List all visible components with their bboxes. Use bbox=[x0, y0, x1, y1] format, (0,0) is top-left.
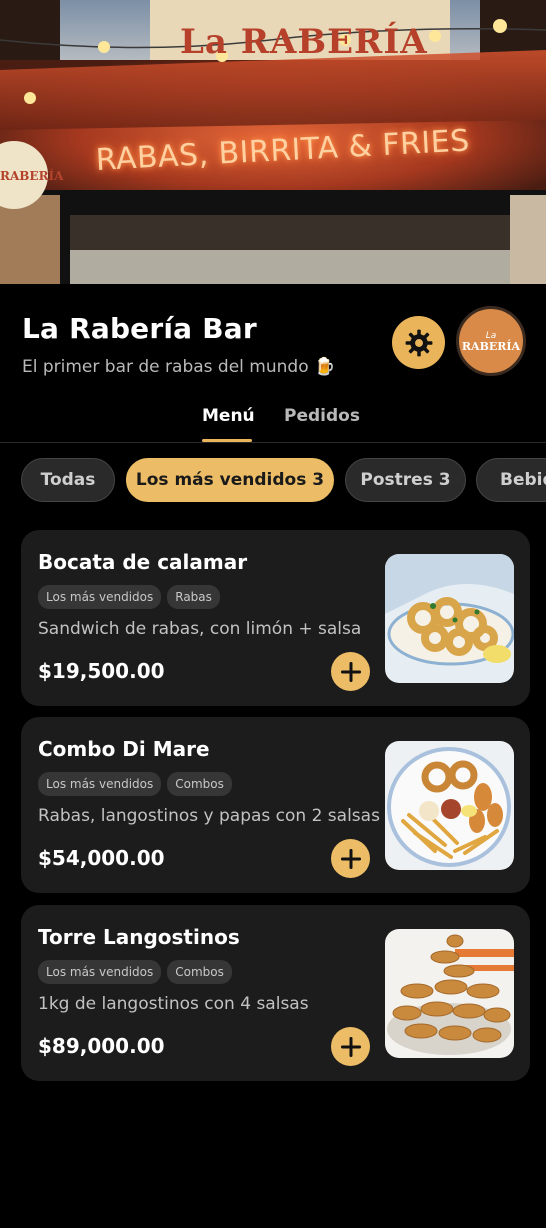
logo-top-text: La bbox=[485, 330, 497, 341]
add-to-cart-button[interactable] bbox=[331, 652, 370, 691]
item-price: $54,000.00 bbox=[38, 846, 165, 870]
item-description: Sandwich de rabas, con limón + salsa bbox=[38, 619, 362, 639]
item-tag: Rabas bbox=[167, 585, 220, 609]
item-tag: Los más vendidos bbox=[38, 585, 162, 609]
category-filter-bar: Todas Los más vendidos 3 Postres 3 Bebid bbox=[0, 458, 546, 504]
add-to-cart-button[interactable] bbox=[331, 1027, 370, 1066]
page-subtitle: El primer bar de rabas del mundo 🍺 bbox=[22, 357, 335, 377]
item-photo bbox=[385, 929, 514, 1058]
menu-item-card[interactable]: Combo Di Mare Los más vendidos Combos Ra… bbox=[21, 717, 530, 893]
hero-banner-image: RABERÍA La RABERÍA RABAS, BIRRITA & FRIE… bbox=[0, 0, 546, 284]
item-tags: Los más vendidos Combos bbox=[38, 772, 232, 796]
item-photo bbox=[385, 554, 514, 683]
item-tags: Los más vendidos Rabas bbox=[38, 585, 220, 609]
item-description: Rabas, langostinos y papas con 2 salsas bbox=[38, 806, 380, 826]
hero-roof-logo: La RABERÍA bbox=[180, 22, 428, 62]
restaurant-logo[interactable]: La RABERÍA bbox=[456, 306, 526, 376]
chip-los-mas-vendidos[interactable]: Los más vendidos 3 bbox=[126, 458, 334, 502]
menu-item-card[interactable]: Torre Langostinos Los más vendidos Combo… bbox=[21, 905, 530, 1081]
item-price: $89,000.00 bbox=[38, 1034, 165, 1058]
tab-pedidos[interactable]: Pedidos bbox=[284, 406, 360, 426]
logo-main-text: RABERÍA bbox=[461, 339, 521, 353]
item-price: $19,500.00 bbox=[38, 659, 165, 683]
svg-text:RABERÍA: RABERÍA bbox=[0, 168, 64, 183]
item-photo bbox=[385, 741, 514, 870]
tab-menu[interactable]: Menú bbox=[202, 406, 255, 426]
plus-icon bbox=[340, 661, 361, 682]
tab-bar: Menú Pedidos bbox=[0, 396, 546, 443]
chip-bebidas[interactable]: Bebid bbox=[476, 458, 546, 502]
item-tag: Combos bbox=[167, 772, 232, 796]
menu-item-card[interactable]: Bocata de calamar Los más vendidos Rabas… bbox=[21, 530, 530, 706]
item-description: 1kg de langostinos con 4 salsas bbox=[38, 994, 309, 1014]
item-tag: Los más vendidos bbox=[38, 772, 162, 796]
add-to-cart-button[interactable] bbox=[331, 839, 370, 878]
chip-todas[interactable]: Todas bbox=[21, 458, 115, 502]
active-tab-indicator bbox=[202, 439, 252, 442]
item-name: Combo Di Mare bbox=[38, 737, 210, 761]
chip-postres[interactable]: Postres 3 bbox=[345, 458, 466, 502]
settings-button[interactable] bbox=[392, 316, 445, 369]
plus-icon bbox=[340, 1036, 361, 1057]
item-tags: Los más vendidos Combos bbox=[38, 960, 232, 984]
plus-icon bbox=[340, 848, 361, 869]
item-tag: Combos bbox=[167, 960, 232, 984]
gear-icon bbox=[405, 329, 432, 356]
item-tag: Los más vendidos bbox=[38, 960, 162, 984]
page-title: La Rabería Bar bbox=[22, 312, 257, 345]
item-name: Torre Langostinos bbox=[38, 925, 240, 949]
beer-emoji: 🍺 bbox=[314, 357, 336, 377]
item-name: Bocata de calamar bbox=[38, 550, 248, 574]
subtitle-text: El primer bar de rabas del mundo bbox=[22, 357, 309, 377]
